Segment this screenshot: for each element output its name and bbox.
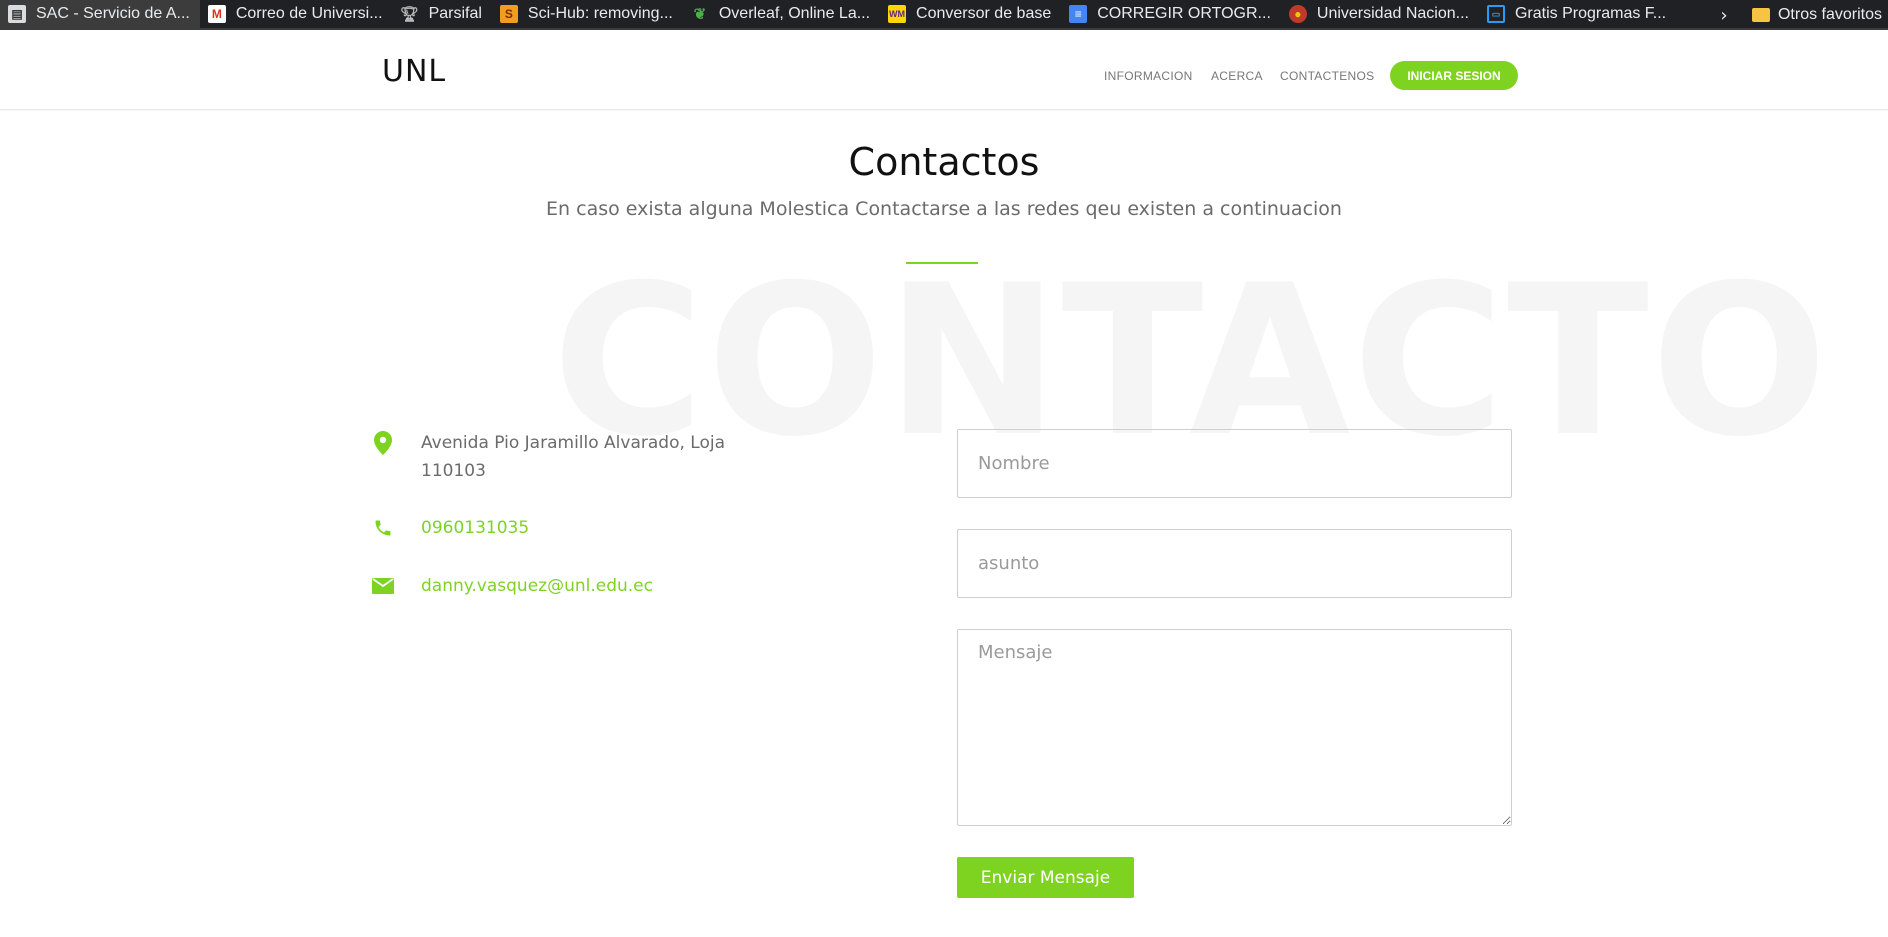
bookmark-correo[interactable]: M Correo de Universi... bbox=[200, 0, 393, 28]
page-subtitle: En caso exista alguna Molestica Contacta… bbox=[546, 198, 1342, 220]
bookmark-label: Parsifal bbox=[428, 5, 482, 22]
trophy-icon: 🏆︎ bbox=[400, 6, 420, 23]
bookmark-label: Sci-Hub: removing... bbox=[527, 5, 673, 22]
bookmark-gratis[interactable]: ▭ Gratis Programas F... bbox=[1479, 0, 1676, 28]
other-bookmarks-label: Otros favoritos bbox=[1777, 6, 1882, 23]
phone-icon bbox=[372, 517, 394, 539]
bookmarks-right: › Otros favoritos bbox=[1703, 0, 1888, 28]
document-icon: ▤ bbox=[8, 5, 26, 23]
gmail-icon: M bbox=[207, 5, 226, 23]
tv-icon: ▭ bbox=[1486, 5, 1505, 23]
chevron-right-icon[interactable]: › bbox=[1704, 5, 1744, 26]
nav-informacion[interactable]: INFORMACION bbox=[1104, 69, 1193, 83]
bookmark-label: Overleaf, Online La... bbox=[718, 5, 871, 22]
contact-email-link[interactable]: danny.vasquez@unl.edu.ec bbox=[421, 572, 653, 600]
folder-icon bbox=[1751, 8, 1770, 22]
title-divider bbox=[906, 262, 978, 264]
conversor-icon: WM bbox=[888, 5, 907, 23]
overleaf-icon: ❦ bbox=[693, 6, 707, 23]
bookmark-label: Universidad Nacion... bbox=[1316, 5, 1469, 22]
bookmark-label: CORREGIR ORTOGR... bbox=[1097, 5, 1271, 22]
bookmark-conversor[interactable]: WM Conversor de base bbox=[880, 0, 1061, 28]
bookmark-label: Conversor de base bbox=[916, 5, 1052, 22]
bookmark-label: Gratis Programas F... bbox=[1514, 5, 1667, 22]
other-bookmarks-folder[interactable]: Otros favoritos bbox=[1744, 6, 1888, 24]
bookmark-overleaf[interactable]: ❦ Overleaf, Online La... bbox=[683, 0, 880, 28]
bookmark-label: Correo de Universi... bbox=[235, 5, 383, 22]
contact-address: Avenida Pio Jaramillo Alvarado, Loja 110… bbox=[421, 433, 725, 481]
bookmark-corregir[interactable]: ≡ CORREGIR ORTOGR... bbox=[1061, 0, 1281, 28]
nav-acerca[interactable]: ACERCA bbox=[1211, 69, 1263, 83]
docs-icon: ≡ bbox=[1069, 5, 1088, 23]
page-title: Contactos bbox=[848, 140, 1040, 184]
login-button[interactable]: INICIAR SESION bbox=[1390, 61, 1518, 90]
site-header: UNL INFORMACION ACERCA CONTACTENOS INICI… bbox=[0, 32, 1888, 110]
bookmarks-bar: ▤ SAC - Servicio de A... M Correo de Uni… bbox=[0, 0, 1888, 30]
email-icon bbox=[372, 575, 394, 597]
bookmark-label: SAC - Servicio de A... bbox=[36, 5, 190, 22]
name-input[interactable] bbox=[957, 429, 1512, 498]
send-message-button[interactable]: Enviar Mensaje bbox=[957, 857, 1134, 898]
subject-input[interactable] bbox=[957, 529, 1512, 598]
location-icon bbox=[372, 431, 394, 455]
message-textarea[interactable] bbox=[957, 629, 1512, 826]
bookmark-scihub[interactable]: S Sci-Hub: removing... bbox=[492, 0, 683, 28]
nav-contactenos[interactable]: CONTACTENOS bbox=[1280, 69, 1374, 83]
bookmark-universidad[interactable]: ● Universidad Nacion... bbox=[1281, 0, 1479, 28]
bookmark-sac[interactable]: ▤ SAC - Servicio de A... bbox=[0, 0, 200, 28]
site-logo[interactable]: UNL bbox=[382, 54, 446, 89]
bookmark-parsifal[interactable]: 🏆︎ Parsifal bbox=[393, 0, 492, 28]
contact-phone-link[interactable]: 0960131035 bbox=[421, 514, 529, 542]
university-icon: ● bbox=[1288, 5, 1307, 23]
scihub-icon: S bbox=[499, 5, 518, 23]
